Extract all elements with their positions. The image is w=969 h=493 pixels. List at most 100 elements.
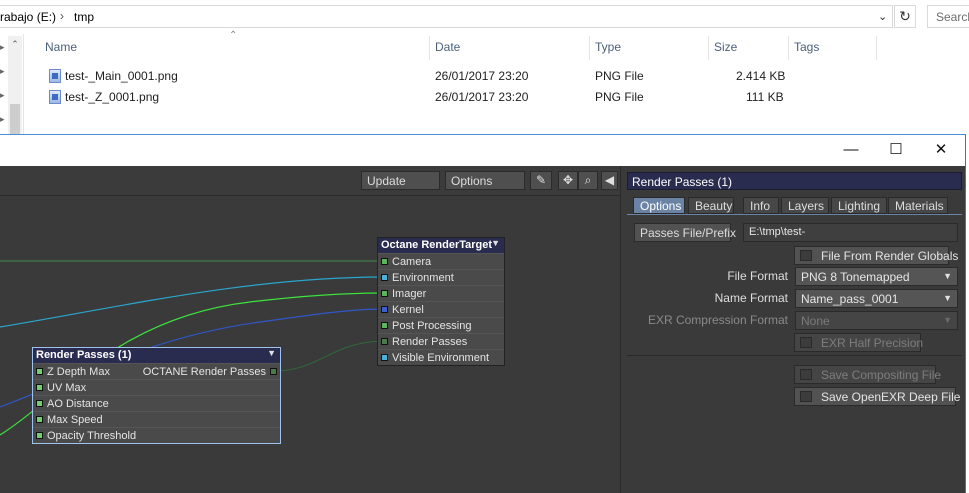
update-button[interactable]: Update [361, 171, 440, 190]
node-input-row[interactable]: Imager [378, 285, 504, 301]
node-input-row[interactable]: Visible Environment [378, 349, 504, 365]
node-title[interactable]: Render Passes (1) ▼ [33, 348, 280, 363]
input-port-label: AO Distance [47, 398, 109, 410]
breadcrumb-drive[interactable]: rabajo (E:) [0, 10, 56, 24]
node-input-row[interactable]: Post Processing [378, 317, 504, 333]
expand-arrow-icon[interactable]: ▸ [0, 66, 5, 77]
address-bar[interactable]: rabajo (E:) › tmp ⌄ [0, 5, 893, 28]
exr-half-precision-toggle[interactable]: EXR Half Precision [794, 333, 923, 352]
png-file-icon [49, 90, 61, 104]
toggle-label: Save OpenEXR Deep File [821, 390, 961, 404]
name-format-select[interactable]: Name_pass_0001 ▼ [795, 289, 958, 308]
checkbox-icon[interactable] [800, 391, 812, 402]
dropdown-arrow-icon: ▼ [943, 271, 952, 281]
tab-materials[interactable]: Materials [888, 197, 948, 214]
tab-beauty[interactable]: Beauty [688, 197, 734, 214]
search-input[interactable]: Search [927, 5, 969, 28]
move-icon[interactable]: ✥ [558, 171, 578, 190]
column-header-type[interactable]: Type [595, 40, 621, 54]
node-input-row[interactable]: Render Passes [378, 333, 504, 349]
tab-layers[interactable]: Layers [781, 197, 829, 214]
maximize-icon[interactable]: ☐ [873, 139, 919, 161]
output-port[interactable] [270, 368, 277, 375]
expand-arrow-icon[interactable]: ▸ [0, 114, 5, 125]
file-format-select[interactable]: PNG 8 Tonemapped ▼ [795, 267, 958, 286]
column-divider[interactable] [708, 36, 709, 60]
input-port[interactable] [381, 290, 388, 297]
node-collapse-icon[interactable]: ▼ [267, 348, 276, 358]
file-row[interactable]: test-_Main_0001.png 26/01/2017 23:20 PNG… [44, 66, 804, 86]
breadcrumb-folder[interactable]: tmp [74, 10, 94, 24]
tab-options[interactable]: Options [633, 197, 685, 214]
node-input-row[interactable]: Environment [378, 269, 504, 285]
node-input-row[interactable]: Z Depth Max OCTANE Render Passes [33, 363, 280, 379]
tab-lighting[interactable]: Lighting [831, 197, 887, 214]
node-input-row[interactable]: Max Speed [33, 411, 280, 427]
input-port[interactable] [381, 274, 388, 281]
input-port-label: UV Max [47, 382, 87, 394]
column-header-date[interactable]: Date [435, 40, 460, 54]
file-row[interactable]: test-_Z_0001.png 26/01/2017 23:20 PNG Fi… [44, 87, 804, 107]
column-header-tags[interactable]: Tags [794, 40, 819, 54]
zoom-icon[interactable]: ⌕ [578, 171, 598, 190]
render-passes-node[interactable]: Render Passes (1) ▼ Z Depth Max OCTANE Re… [32, 347, 281, 444]
passes-file-input[interactable]: E:\tmp\test- [743, 223, 958, 242]
properties-panel: Render Passes (1) Options Beauty Info La… [620, 166, 965, 493]
node-title[interactable]: Octane RenderTarget ▼ [378, 238, 504, 253]
input-port-label: Camera [392, 256, 432, 268]
node-title-text: Octane RenderTarget [381, 239, 493, 251]
column-divider[interactable] [876, 36, 877, 60]
exr-compression-select[interactable]: None ▼ [795, 311, 958, 330]
input-port[interactable] [381, 306, 388, 313]
expand-arrow-icon[interactable]: ▸ [0, 42, 5, 53]
checkbox-icon[interactable] [800, 337, 812, 348]
input-port[interactable] [36, 368, 43, 375]
name-format-label: Name Format [714, 291, 788, 305]
file-from-render-globals-toggle[interactable]: File From Render Globals [794, 246, 958, 265]
minimize-icon[interactable]: — [828, 139, 874, 161]
scroll-up-icon[interactable]: ⌃ [8, 36, 22, 52]
sort-ascending-icon: ⌃ [229, 30, 238, 41]
expand-arrow-icon[interactable]: ▸ [0, 90, 5, 101]
checkbox-icon[interactable] [800, 250, 812, 261]
column-header-size[interactable]: Size [714, 40, 737, 54]
save-openexr-deep-file-toggle[interactable]: Save OpenEXR Deep File [794, 387, 960, 406]
dropdown-arrow-icon: ▼ [943, 315, 952, 325]
input-port[interactable] [36, 400, 43, 407]
input-port[interactable] [381, 258, 388, 265]
select-value: PNG 8 Tonemapped [801, 270, 910, 284]
address-dropdown-icon[interactable]: ⌄ [878, 10, 887, 23]
pen-icon[interactable]: ✎ [530, 171, 552, 190]
tab-info[interactable]: Info [743, 197, 779, 214]
column-divider[interactable] [589, 36, 590, 60]
node-collapse-icon[interactable]: ▼ [491, 238, 500, 248]
input-port[interactable] [381, 322, 388, 329]
node-input-row[interactable]: Camera [378, 253, 504, 269]
options-button[interactable]: Options [445, 171, 525, 190]
node-canvas[interactable]: Octane RenderTarget ▼ Camera Environment I… [0, 197, 620, 493]
output-port-label: OCTANE Render Passes [142, 366, 266, 378]
input-port[interactable] [381, 338, 388, 345]
input-port-label: Environment [392, 272, 454, 284]
column-header-name[interactable]: Name [45, 40, 77, 54]
scrollbar-thumb[interactable] [10, 104, 20, 134]
close-icon[interactable]: ✕ [918, 139, 964, 161]
refresh-icon[interactable]: ↻ [894, 5, 916, 28]
checkbox-icon[interactable] [800, 369, 812, 380]
save-compositing-file-toggle[interactable]: Save Compositing File [794, 365, 941, 384]
node-input-row[interactable]: UV Max [33, 379, 280, 395]
passes-file-prefix-button[interactable]: Passes File/Prefix [634, 223, 736, 242]
input-port-label: Post Processing [392, 320, 472, 332]
node-input-row[interactable]: AO Distance [33, 395, 280, 411]
input-port[interactable] [36, 384, 43, 391]
window-titlebar[interactable]: — ☐ ✕ [0, 135, 965, 166]
input-port[interactable] [36, 432, 43, 439]
octane-render-target-node[interactable]: Octane RenderTarget ▼ Camera Environment I… [377, 237, 505, 366]
node-input-row[interactable]: Opacity Threshold [33, 427, 280, 443]
input-port[interactable] [381, 354, 388, 361]
input-port[interactable] [36, 416, 43, 423]
column-divider[interactable] [788, 36, 789, 60]
column-divider[interactable] [429, 36, 430, 60]
collapse-panel-icon[interactable]: ◀ [601, 171, 618, 190]
node-input-row[interactable]: Kernel [378, 301, 504, 317]
